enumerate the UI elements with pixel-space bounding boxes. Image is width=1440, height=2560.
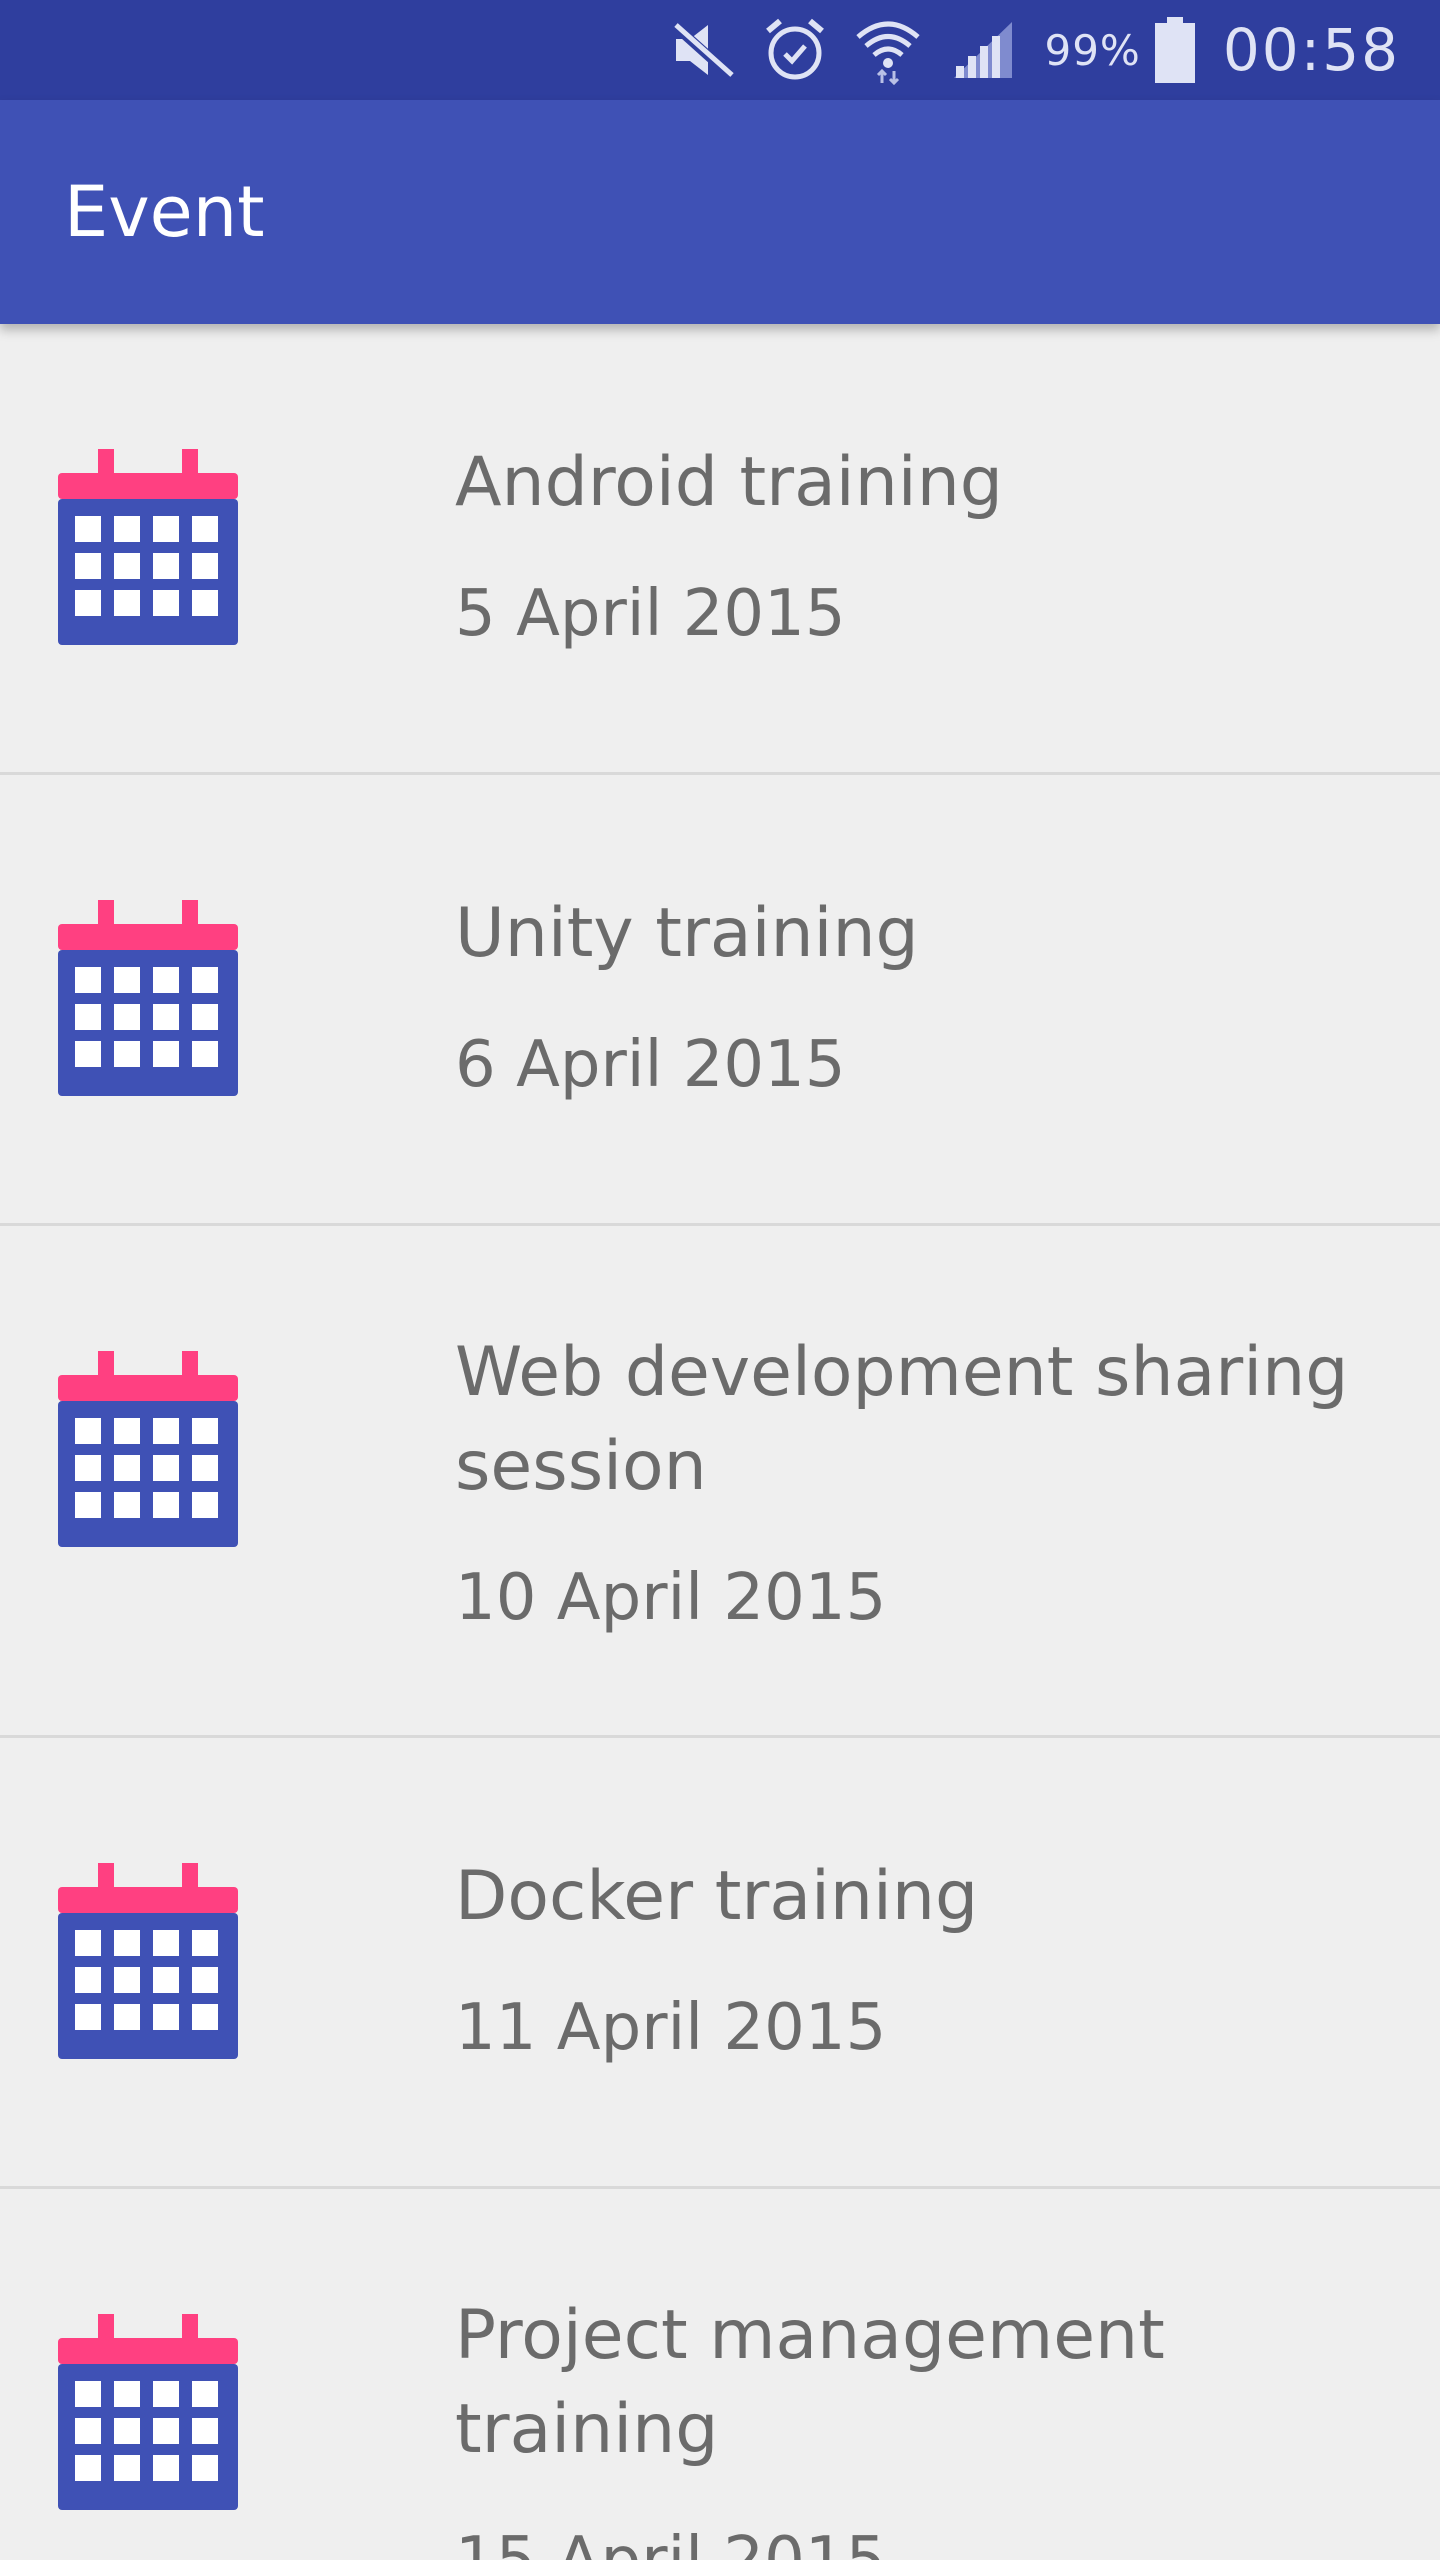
calendar-icon xyxy=(58,1351,238,1547)
alarm-icon xyxy=(764,17,826,83)
app-bar: Event xyxy=(0,100,1440,324)
calendar-icon xyxy=(58,449,238,645)
event-title: Project management training xyxy=(455,2296,1165,2469)
event-text: Docker training 11 April 2015 xyxy=(455,1850,1395,2068)
event-list-item[interactable]: Docker training 11 April 2015 xyxy=(0,1738,1440,2189)
status-bar: 99% 00:58 xyxy=(0,0,1440,100)
event-title: Docker training xyxy=(455,1857,979,1936)
event-title: Web development sharing session xyxy=(455,1333,1349,1506)
page-title: Event xyxy=(64,171,265,253)
event-date: 15 April 2015 xyxy=(455,2521,1395,2560)
event-list-item[interactable]: Web development sharing session 10 April… xyxy=(0,1226,1440,1738)
event-date: 10 April 2015 xyxy=(455,1561,887,1635)
event-list[interactable]: Android training 5 April 2015 Unity trai… xyxy=(0,324,1440,2560)
status-icons: 99% 00:58 xyxy=(670,0,1400,100)
calendar-icon xyxy=(58,900,238,1096)
wifi-icon xyxy=(854,15,922,85)
event-date: 6 April 2015 xyxy=(455,1028,846,1102)
event-date: 5 April 2015 xyxy=(455,577,846,651)
event-list-item[interactable]: Unity training 6 April 2015 xyxy=(0,775,1440,1226)
event-date: 11 April 2015 xyxy=(455,1991,887,2065)
event-list-item[interactable]: Project management training 15 April 201… xyxy=(0,2189,1440,2560)
signal-icon xyxy=(950,18,1016,82)
event-text: Web development sharing session 10 April… xyxy=(455,1326,1395,1638)
event-list-item[interactable]: Android training 5 April 2015 xyxy=(0,324,1440,775)
calendar-icon xyxy=(58,1863,238,2059)
event-text: Android training 5 April 2015 xyxy=(455,436,1395,654)
status-time: 00:58 xyxy=(1222,16,1400,84)
battery-percent: 99% xyxy=(1044,25,1141,75)
event-title: Android training xyxy=(455,443,1003,522)
mute-icon xyxy=(670,19,736,81)
event-title: Unity training xyxy=(455,894,919,973)
calendar-icon xyxy=(58,2314,238,2510)
event-text: Project management training 15 April 201… xyxy=(455,2289,1395,2560)
battery-icon xyxy=(1154,17,1195,83)
event-text: Unity training 6 April 2015 xyxy=(455,887,1395,1105)
